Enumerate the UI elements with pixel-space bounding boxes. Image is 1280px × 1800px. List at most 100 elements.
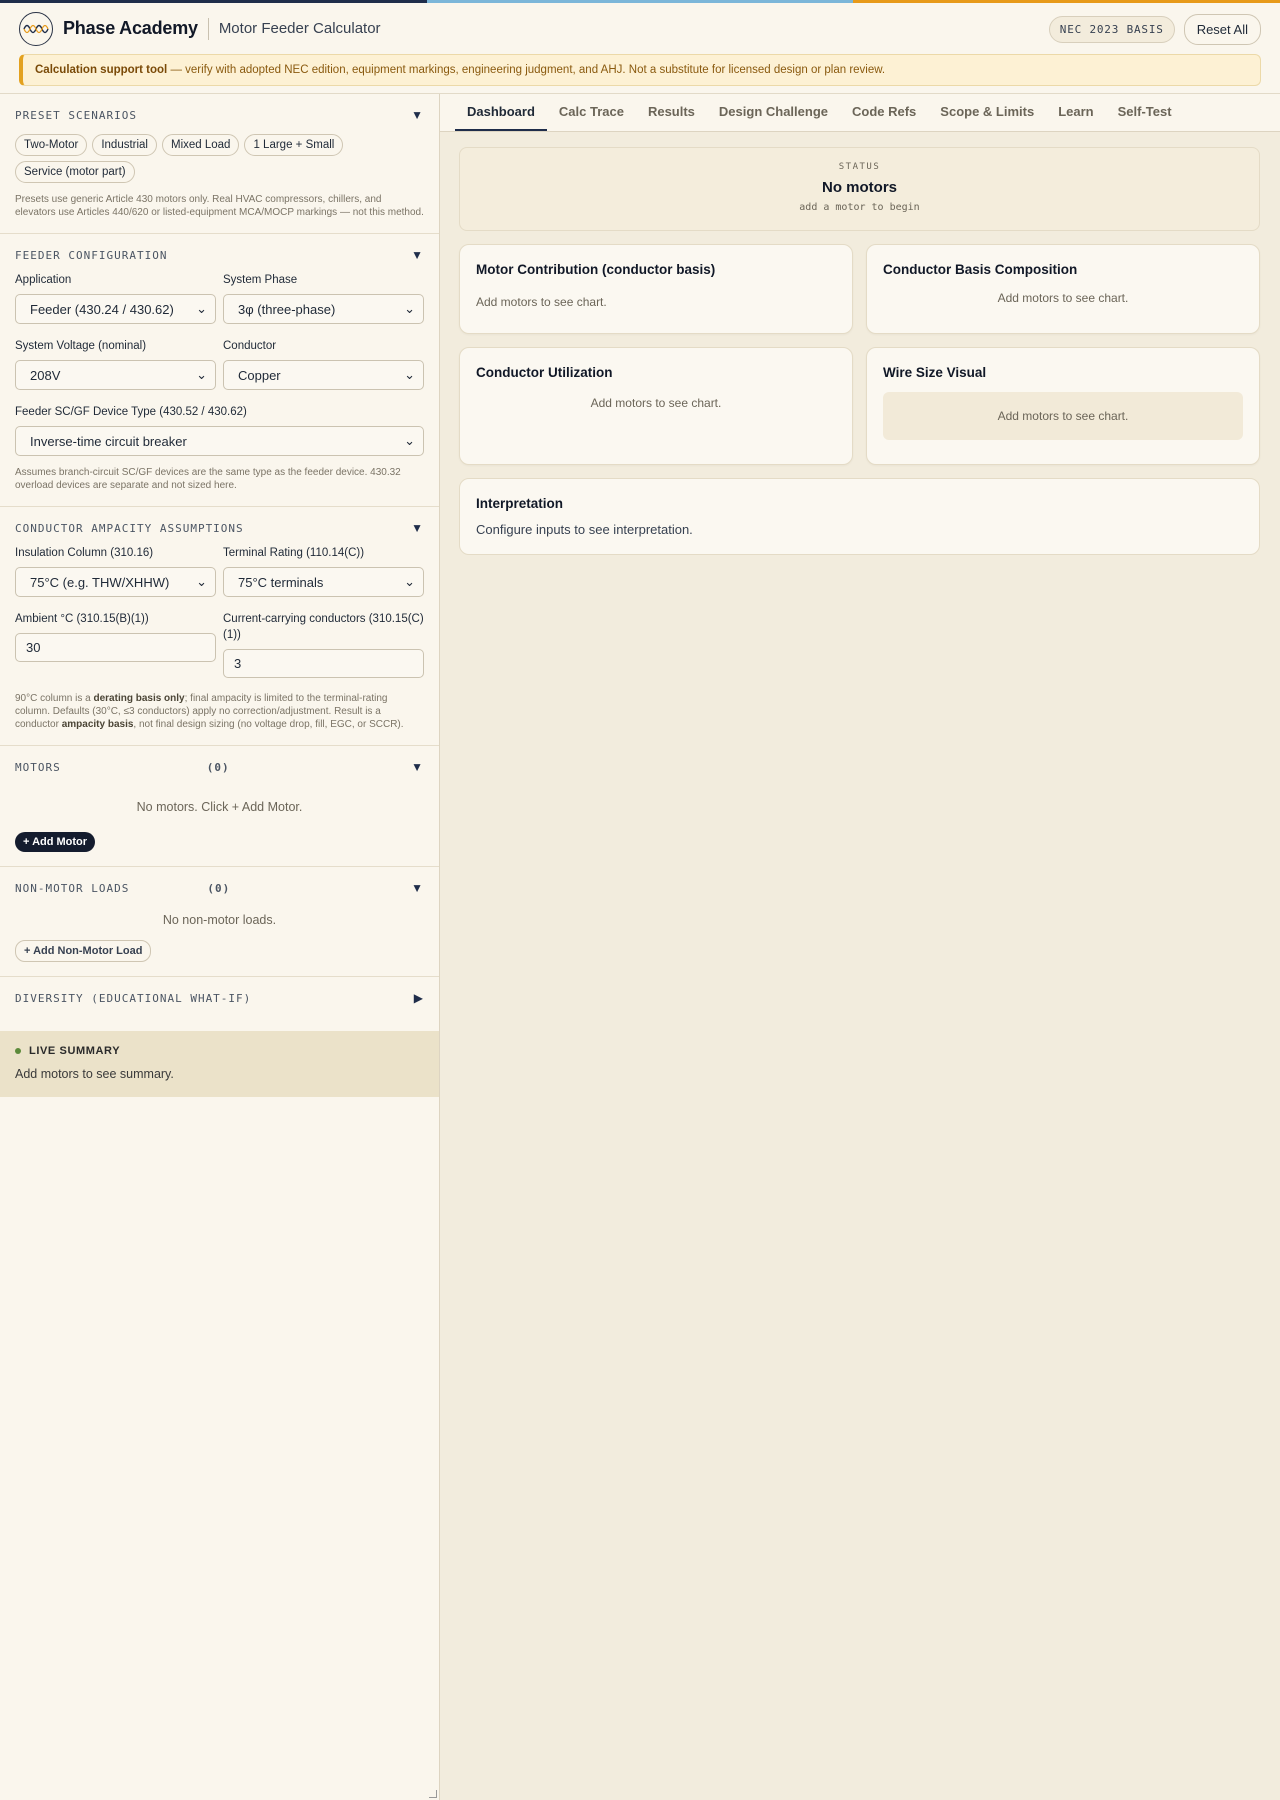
- tab-code-refs[interactable]: Code Refs: [840, 94, 928, 131]
- application-select[interactable]: Feeder (430.24 / 430.62) ⌄: [15, 294, 216, 324]
- banner-bold: Calculation support tool: [35, 64, 168, 76]
- section-title: DIVERSITY (EDUCATIONAL WHAT-IF): [15, 991, 252, 1005]
- conductor-basis-composition-card: Conductor Basis Composition Add motors t…: [866, 244, 1260, 334]
- app-header: Phase Academy Motor Feeder Calculator NE…: [0, 3, 1280, 54]
- live-summary-text: Add motors to see summary.: [15, 1067, 174, 1081]
- motors-section: MOTORS (0) ▼ No motors. Click + Add Motor…: [0, 746, 439, 867]
- banner-text: — verify with adopted NEC edition, equip…: [167, 64, 886, 76]
- live-summary-panel: LIVE SUMMARY Add motors to see summary.: [0, 1031, 439, 1097]
- tab-scope-limits[interactable]: Scope & Limits: [928, 94, 1046, 131]
- non-motor-loads-header[interactable]: NON-MOTOR LOADS (0) ▼: [15, 881, 424, 895]
- feeder-configuration-header[interactable]: FEEDER CONFIGURATION ▼: [15, 248, 424, 262]
- add-non-motor-load-button[interactable]: + Add Non-Motor Load: [15, 940, 152, 962]
- live-status-dot-icon: [15, 1048, 21, 1054]
- wire-size-placeholder: Add motors to see chart.: [883, 392, 1243, 440]
- tab-bar: Dashboard Calc Trace Results Design Chal…: [440, 94, 1280, 132]
- ambient-input[interactable]: 30: [15, 633, 216, 662]
- diversity-section: DIVERSITY (EDUCATIONAL WHAT-IF) ▶: [0, 977, 439, 1031]
- ccc-label: Current-carrying conductors (310.15(C)(1…: [223, 613, 424, 641]
- collapse-caret-icon[interactable]: ▼: [411, 881, 424, 895]
- section-title: MOTORS: [15, 760, 61, 774]
- card-empty-text: Add motors to see chart.: [476, 295, 607, 309]
- terminal-rating-select[interactable]: 75°C terminals ⌄: [223, 567, 424, 597]
- preset-scenarios-header[interactable]: PRESET SCENARIOS ▼: [15, 108, 424, 122]
- interpretation-text: Configure inputs to see interpretation.: [476, 522, 693, 537]
- disclaimer-banner: Calculation support tool — verify with a…: [19, 54, 1261, 86]
- feeder-configuration-section: FEEDER CONFIGURATION ▼ Application Feede…: [0, 234, 439, 507]
- tab-calc-trace[interactable]: Calc Trace: [547, 94, 636, 131]
- status-value: No motors: [822, 179, 897, 196]
- main-content: Dashboard Calc Trace Results Design Chal…: [440, 94, 1280, 1800]
- ampacity-assumptions-header[interactable]: CONDUCTOR AMPACITY ASSUMPTIONS ▼: [15, 521, 424, 535]
- sidebar: PRESET SCENARIOS ▼ Two-Motor Industrial …: [0, 94, 440, 1800]
- status-subtext: add a motor to begin: [799, 202, 920, 213]
- preset-chip-mixed-load[interactable]: Mixed Load: [162, 134, 240, 156]
- add-motor-button[interactable]: + Add Motor: [15, 832, 96, 852]
- expand-caret-icon[interactable]: ▶: [414, 991, 424, 1005]
- chevron-down-icon: ⌄: [404, 574, 415, 589]
- ambient-label: Ambient °C (310.15(B)(1)): [15, 613, 149, 625]
- system-phase-label: System Phase: [223, 274, 298, 286]
- insulation-label: Insulation Column (310.16): [15, 547, 154, 559]
- chevron-down-icon: ⌄: [196, 367, 207, 382]
- preset-chip-service[interactable]: Service (motor part): [15, 161, 135, 183]
- preset-chip-industrial[interactable]: Industrial: [92, 134, 157, 156]
- system-voltage-select[interactable]: 208V ⌄: [15, 360, 216, 390]
- brand-name: Phase Academy: [63, 18, 198, 38]
- motors-empty-text: No motors. Click + Add Motor.: [136, 800, 303, 814]
- header-divider: [207, 17, 209, 40]
- card-title: Wire Size Visual: [883, 365, 987, 380]
- wire-size-visual-card: Wire Size Visual Add motors to see chart…: [866, 347, 1260, 465]
- tab-dashboard[interactable]: Dashboard: [455, 94, 547, 131]
- section-title: FEEDER CONFIGURATION: [15, 248, 168, 262]
- ampacity-note: 90°C column is a derating basis only; fi…: [15, 693, 404, 730]
- collapse-caret-icon[interactable]: ▼: [411, 760, 424, 774]
- phase-wave-logo-icon: [19, 11, 53, 46]
- system-voltage-label: System Voltage (nominal): [15, 340, 147, 352]
- section-title: NON-MOTOR LOADS: [15, 881, 130, 895]
- device-type-label: Feeder SC/GF Device Type (430.52 / 430.6…: [15, 406, 247, 418]
- presets-note: Presets use generic Article 430 motors o…: [15, 194, 424, 218]
- ampacity-assumptions-section: CONDUCTOR AMPACITY ASSUMPTIONS ▼ Insulat…: [0, 507, 439, 746]
- card-empty-text: Add motors to see chart.: [590, 396, 722, 410]
- status-label: STATUS: [838, 162, 881, 172]
- non-motor-loads-section: NON-MOTOR LOADS (0) ▼ No non-motor loads.…: [0, 867, 439, 977]
- tab-design-challenge[interactable]: Design Challenge: [707, 94, 840, 131]
- nec-basis-badge: NEC 2023 BASIS: [1048, 16, 1175, 43]
- card-title: Motor Contribution (conductor basis): [476, 262, 716, 277]
- tab-results[interactable]: Results: [636, 94, 707, 131]
- conductor-select[interactable]: Copper ⌄: [223, 360, 424, 390]
- collapse-caret-icon[interactable]: ▼: [411, 108, 424, 122]
- resize-handle-icon[interactable]: [429, 1790, 437, 1798]
- motor-contribution-card: Motor Contribution (conductor basis) Add…: [459, 244, 853, 334]
- ccc-input[interactable]: 3: [223, 649, 424, 678]
- chevron-down-icon: ⌄: [196, 574, 207, 589]
- tab-self-test[interactable]: Self-Test: [1106, 94, 1184, 131]
- app-title: Motor Feeder Calculator: [218, 20, 381, 37]
- non-motor-empty-text: No non-motor loads.: [162, 913, 277, 927]
- interpretation-card: Interpretation Configure inputs to see i…: [459, 478, 1260, 555]
- chevron-down-icon: ⌄: [404, 301, 415, 316]
- interpretation-title: Interpretation: [476, 496, 564, 511]
- preset-chip-two-motor[interactable]: Two-Motor: [15, 134, 88, 156]
- section-title: PRESET SCENARIOS: [15, 108, 137, 122]
- motors-header[interactable]: MOTORS (0) ▼: [15, 760, 424, 774]
- system-phase-select[interactable]: 3φ (three-phase) ⌄: [223, 294, 424, 324]
- device-type-select[interactable]: Inverse-time circuit breaker ⌄: [15, 426, 424, 456]
- diversity-header[interactable]: DIVERSITY (EDUCATIONAL WHAT-IF) ▶: [15, 991, 424, 1005]
- live-summary-title: LIVE SUMMARY: [29, 1045, 121, 1057]
- terminal-rating-label: Terminal Rating (110.14(C)): [223, 547, 365, 559]
- collapse-caret-icon[interactable]: ▼: [411, 248, 424, 262]
- card-title: Conductor Basis Composition: [883, 262, 1078, 277]
- preset-chip-large-small[interactable]: 1 Large + Small: [244, 134, 344, 156]
- conductor-utilization-card: Conductor Utilization Add motors to see …: [459, 347, 853, 465]
- non-motor-count: (0): [207, 881, 231, 895]
- chevron-down-icon: ⌄: [404, 367, 415, 382]
- insulation-select[interactable]: 75°C (e.g. THW/XHHW) ⌄: [15, 567, 216, 597]
- collapse-caret-icon[interactable]: ▼: [411, 521, 424, 535]
- chevron-down-icon: ⌄: [404, 433, 415, 448]
- tab-learn[interactable]: Learn: [1046, 94, 1105, 131]
- chevron-down-icon: ⌄: [196, 301, 207, 316]
- preset-scenarios-section: PRESET SCENARIOS ▼ Two-Motor Industrial …: [0, 94, 439, 234]
- reset-all-button[interactable]: Reset All: [1183, 14, 1261, 45]
